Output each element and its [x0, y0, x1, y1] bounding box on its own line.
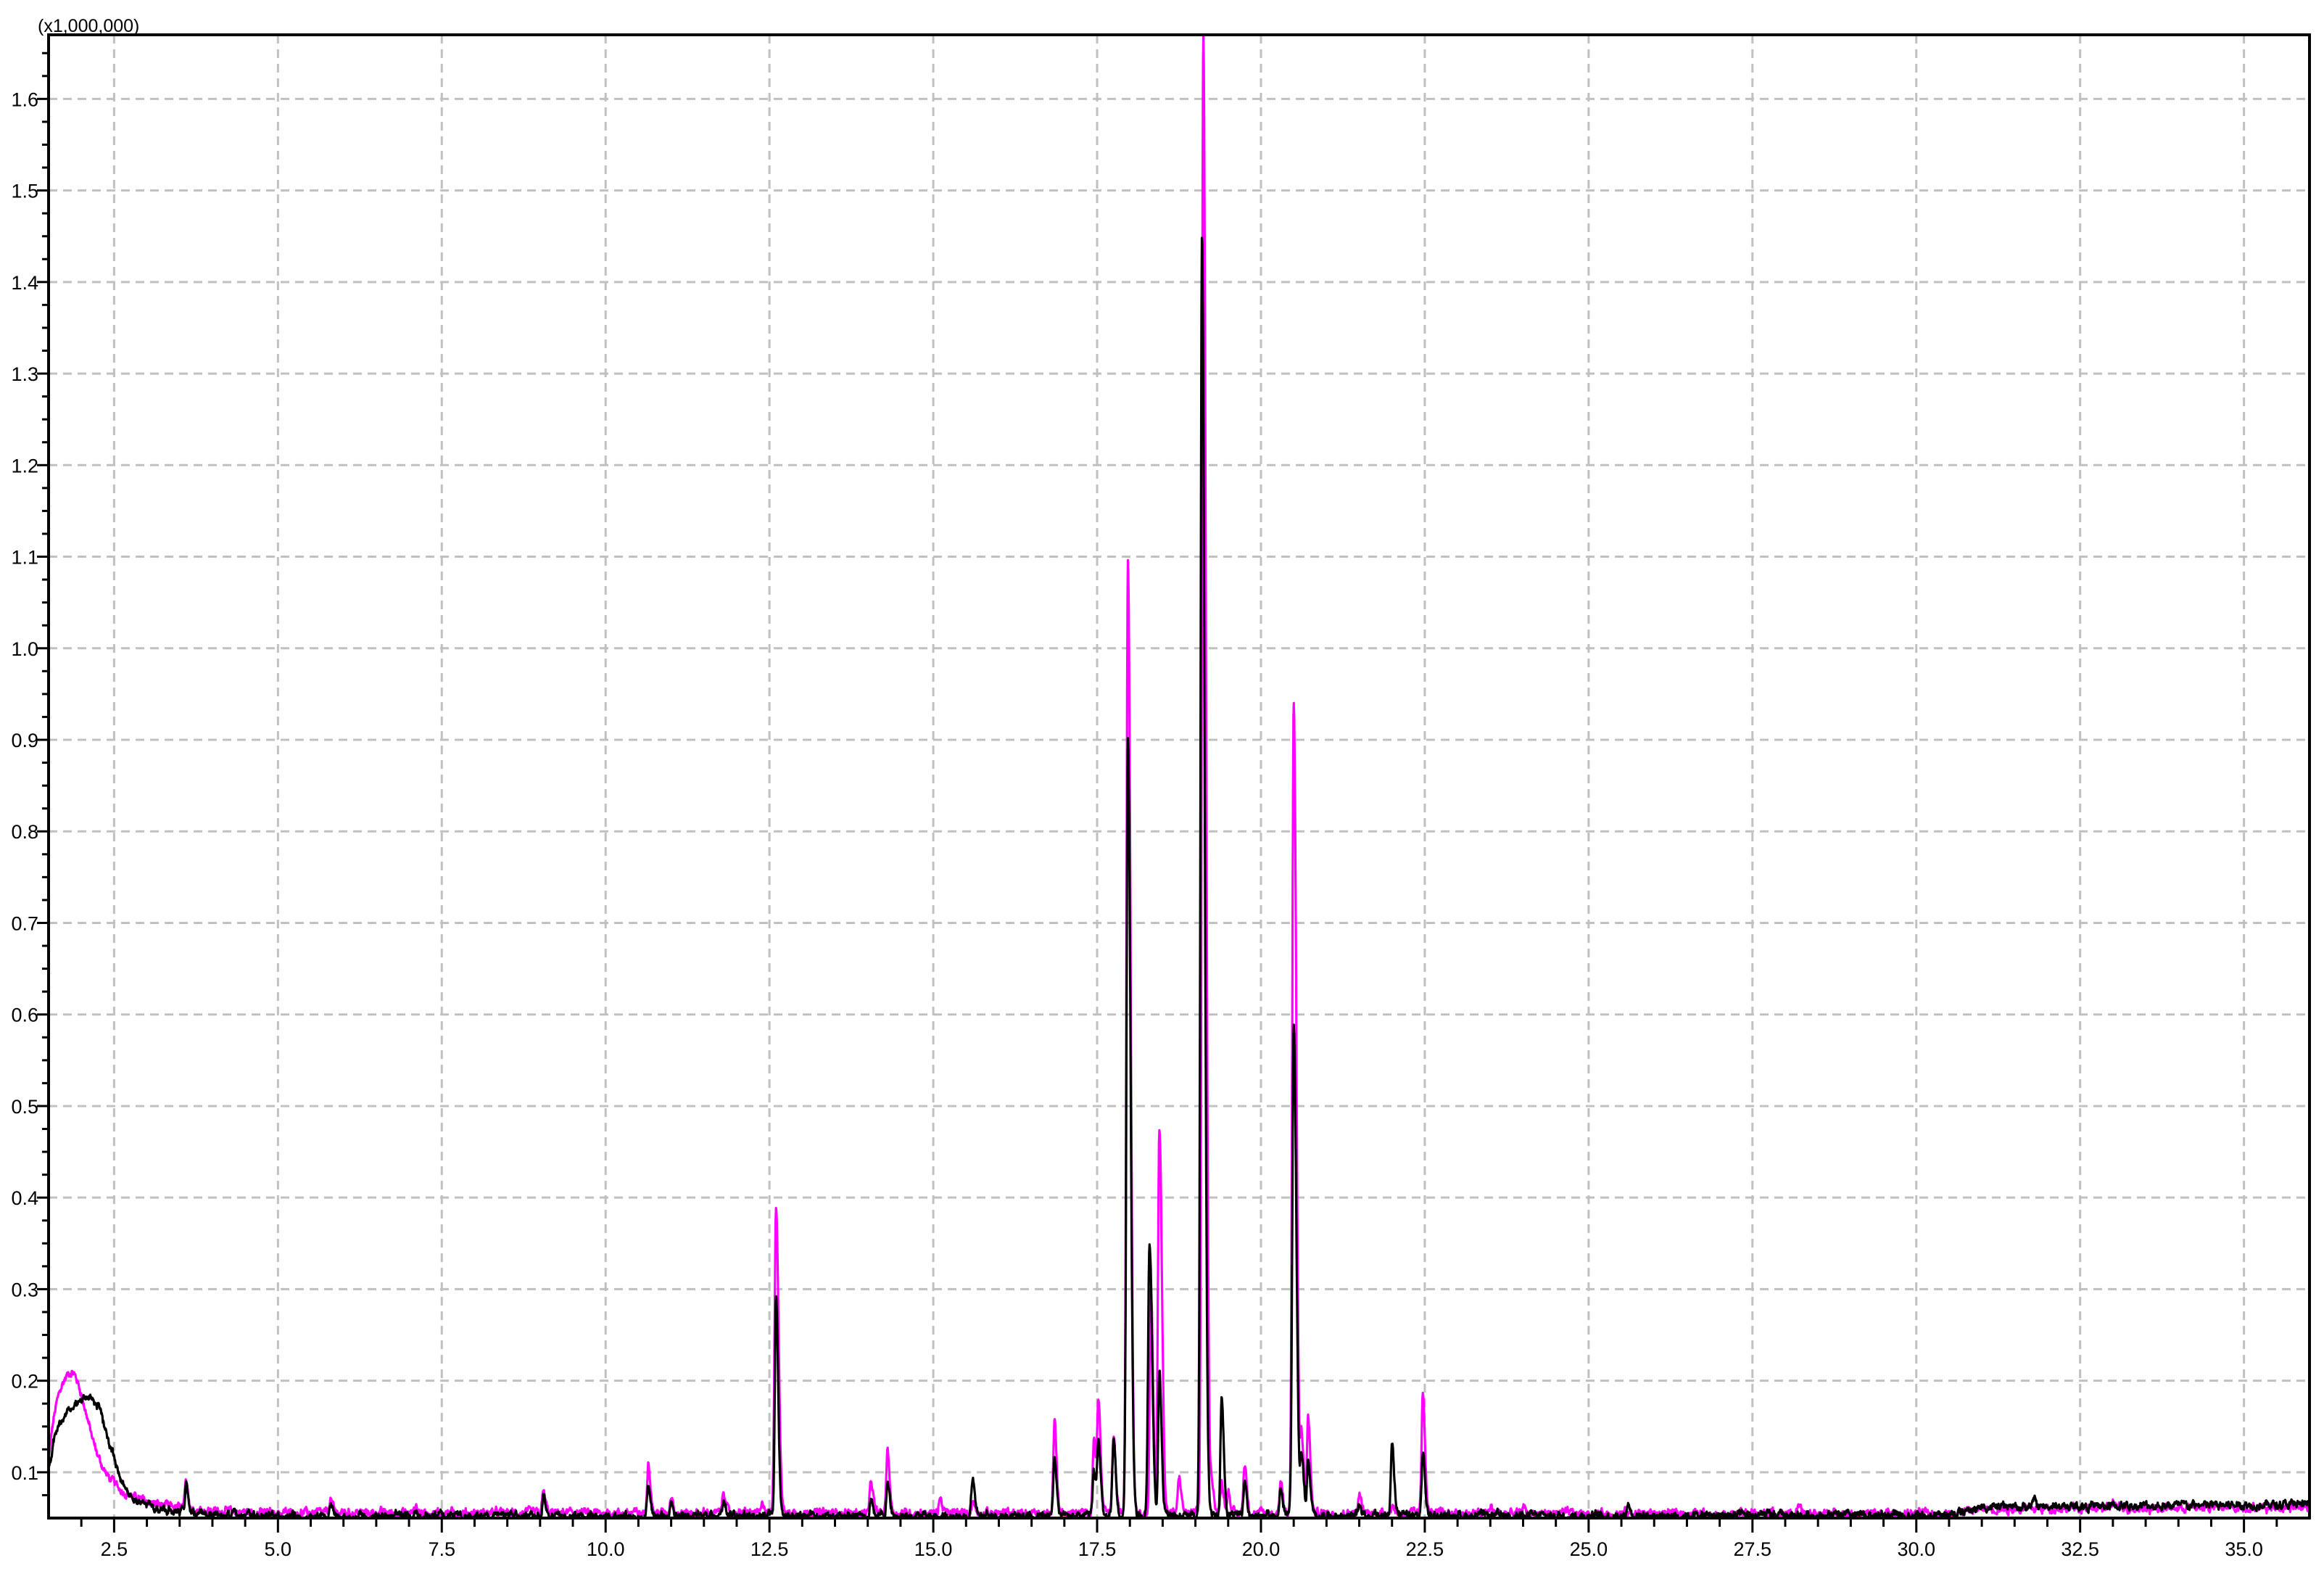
y-tick-label: 0.9	[11, 730, 38, 751]
x-tick-label: 5.0	[265, 1538, 292, 1560]
x-tick-label: 17.5	[1078, 1538, 1117, 1560]
x-tick-label: 10.0	[587, 1538, 625, 1560]
y-tick-label: 0.2	[11, 1371, 38, 1393]
y-scale-label: (x1,000,000)	[38, 16, 139, 36]
x-tick-label: 35.0	[2225, 1538, 2263, 1560]
y-tick-label: 1.6	[11, 88, 38, 110]
x-tick-label: 7.5	[428, 1538, 455, 1560]
y-tick-label: 0.5	[11, 1096, 38, 1118]
y-tick-label: 0.8	[11, 821, 38, 843]
y-tick-label: 1.5	[11, 181, 38, 202]
x-tick-label: 20.0	[1242, 1538, 1281, 1560]
y-tick-label: 0.1	[11, 1462, 38, 1484]
y-tick-label: 0.6	[11, 1005, 38, 1026]
y-tick-label: 1.1	[11, 547, 38, 569]
y-tick-label: 1.2	[11, 455, 38, 477]
x-tick-label: 2.5	[101, 1538, 128, 1560]
x-tick-label: 27.5	[1734, 1538, 1772, 1560]
x-tick-label: 32.5	[2061, 1538, 2099, 1560]
x-tick-label: 12.5	[750, 1538, 789, 1560]
y-tick-label: 0.7	[11, 912, 38, 934]
x-tick-label: 25.0	[1570, 1538, 1608, 1560]
y-tick-label: 0.3	[11, 1279, 38, 1300]
y-tick-label: 1.3	[11, 363, 38, 385]
y-tick-label: 1.4	[11, 272, 38, 294]
y-tick-label: 1.0	[11, 638, 38, 660]
x-tick-label: 22.5	[1406, 1538, 1444, 1560]
y-tick-label: 0.4	[11, 1187, 38, 1209]
x-tick-label: 30.0	[1897, 1538, 1935, 1560]
chromatogram-chart: 2.5 5.0 7.5 10.0 12.5 15.0 17.5 20.0 22.5 25.0 27.…	[0, 0, 2324, 1571]
x-tick-label: 15.0	[914, 1538, 953, 1560]
